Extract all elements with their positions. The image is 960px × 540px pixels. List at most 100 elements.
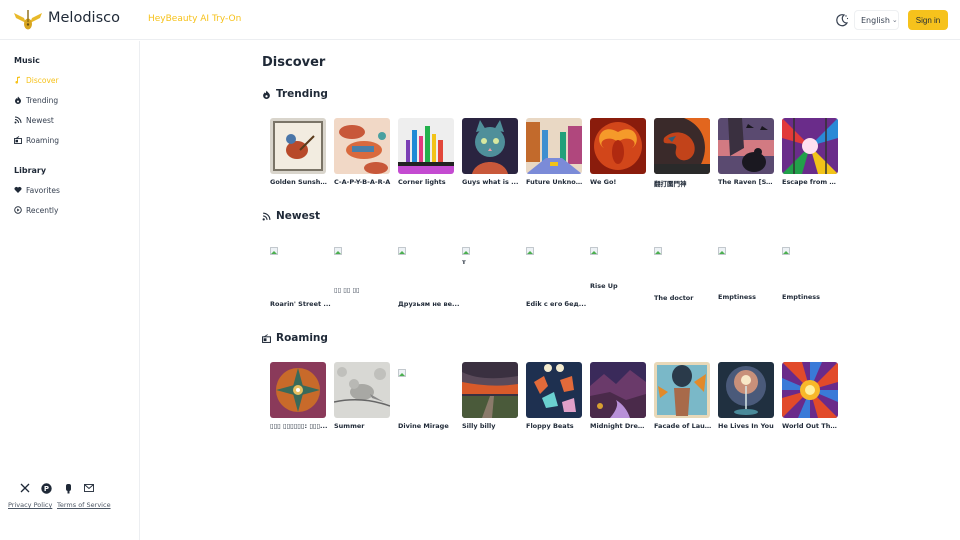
song-card[interactable]: т bbox=[462, 240, 518, 310]
song-cover[interactable] bbox=[398, 118, 454, 174]
song-cover[interactable] bbox=[654, 362, 710, 418]
song-cover[interactable] bbox=[270, 118, 326, 174]
song-title: Rise Up bbox=[590, 282, 618, 290]
song-card[interactable]: ▯▯ ▯▯ ▯▯ bbox=[334, 240, 390, 310]
rss-icon bbox=[262, 212, 271, 220]
broken-image-icon[interactable] bbox=[590, 247, 598, 255]
x-social-link[interactable] bbox=[19, 482, 31, 494]
brand-name[interactable]: Melodisco bbox=[48, 10, 120, 26]
song-card[interactable]: Future Unknown bbox=[526, 118, 584, 186]
broken-image-icon[interactable] bbox=[398, 247, 406, 255]
song-cover[interactable] bbox=[526, 118, 582, 174]
song-cover[interactable] bbox=[782, 362, 838, 418]
logo-icon[interactable] bbox=[13, 9, 43, 31]
song-card[interactable]: Golden Sunshi... bbox=[270, 118, 328, 186]
fire-icon bbox=[15, 96, 21, 104]
song-card[interactable]: Emptiness bbox=[718, 240, 774, 310]
song-cover[interactable] bbox=[270, 362, 326, 418]
section-title-roaming: Roaming bbox=[262, 332, 328, 344]
promo-link[interactable]: HeyBeauty AI Try-On bbox=[148, 14, 241, 24]
sidebar-item-label: Recently bbox=[26, 205, 59, 215]
song-title: ▯▯▯ ▯▯▯▯▯▯: ▯▯▯... bbox=[270, 422, 328, 430]
song-card[interactable]: Rise Up bbox=[590, 240, 646, 310]
sidebar-item-newest[interactable]: Newest bbox=[14, 114, 54, 126]
song-card[interactable]: Escape from 9... bbox=[782, 118, 840, 186]
song-title: Corner lights bbox=[398, 178, 446, 186]
song-cover[interactable] bbox=[590, 118, 646, 174]
section-label: Newest bbox=[276, 210, 320, 222]
song-card[interactable]: Summer bbox=[334, 362, 390, 430]
song-card[interactable]: Roarin' Street ... bbox=[270, 240, 331, 310]
song-card[interactable]: Guys what is ... bbox=[462, 118, 519, 186]
song-cover[interactable] bbox=[590, 362, 646, 418]
song-cover[interactable] bbox=[398, 362, 454, 418]
song-card[interactable]: Corner lights bbox=[398, 118, 454, 186]
sidebar-item-label: Trending bbox=[26, 95, 59, 105]
rss-icon bbox=[14, 116, 22, 124]
song-cover[interactable] bbox=[718, 362, 774, 418]
song-card[interactable]: 翻打圍門神 bbox=[654, 118, 710, 188]
song-card[interactable]: Друзьям не ве... bbox=[398, 240, 459, 310]
song-title: Escape from 9... bbox=[782, 178, 840, 186]
broken-image-icon[interactable] bbox=[526, 247, 534, 255]
section-title-trending: Trending bbox=[262, 88, 328, 100]
broken-image-icon[interactable] bbox=[270, 247, 278, 255]
song-card[interactable]: ▯▯▯ ▯▯▯▯▯▯: ▯▯▯... bbox=[270, 362, 328, 430]
song-card[interactable]: He Lives In You bbox=[718, 362, 774, 430]
broken-image-icon[interactable] bbox=[782, 247, 790, 255]
sidebar-item-roaming[interactable]: Roaming bbox=[14, 134, 59, 146]
song-title: Golden Sunshi... bbox=[270, 178, 328, 186]
song-cover[interactable] bbox=[526, 362, 582, 418]
email-link[interactable] bbox=[83, 482, 95, 494]
song-card[interactable]: Facade of Lau... bbox=[654, 362, 712, 430]
roaming-row: ▯▯▯ ▯▯▯▯▯▯: ▯▯▯... Summer Divine Mirage … bbox=[270, 362, 850, 442]
product-hunt-icon: P bbox=[40, 482, 52, 494]
song-card[interactable]: The doctor bbox=[654, 240, 710, 310]
language-select[interactable]: English ⌄ bbox=[854, 10, 899, 30]
song-title: The doctor bbox=[654, 294, 694, 302]
broken-image-icon[interactable] bbox=[462, 247, 470, 255]
song-cover[interactable] bbox=[782, 118, 838, 174]
broken-image-icon[interactable] bbox=[654, 247, 662, 255]
song-card[interactable]: Floppy Beats bbox=[526, 362, 582, 430]
song-cover[interactable] bbox=[334, 362, 390, 418]
page-title: Discover bbox=[262, 55, 326, 70]
sidebar-item-discover[interactable]: Discover bbox=[14, 74, 59, 86]
fire-icon bbox=[263, 90, 270, 99]
sidebar-item-trending[interactable]: Trending bbox=[14, 94, 58, 106]
broken-image-icon[interactable] bbox=[334, 247, 342, 255]
broken-image-icon[interactable] bbox=[718, 247, 726, 255]
song-cover[interactable] bbox=[462, 118, 518, 174]
song-card[interactable]: World Out There bbox=[782, 362, 840, 430]
song-card[interactable]: Edik с его бед... bbox=[526, 240, 586, 310]
song-card[interactable]: We Go! bbox=[590, 118, 646, 186]
sign-in-button[interactable]: Sign in bbox=[908, 10, 948, 30]
sidebar-item-favorites[interactable]: Favorites bbox=[14, 184, 60, 196]
song-card[interactable]: Emptiness bbox=[782, 240, 838, 310]
song-cover[interactable] bbox=[654, 118, 710, 174]
song-title: Summer bbox=[334, 422, 365, 430]
song-cover[interactable] bbox=[718, 118, 774, 174]
song-card[interactable]: Divine Mirage bbox=[398, 362, 454, 430]
song-title: World Out There bbox=[782, 422, 840, 430]
sidebar-item-recently[interactable]: Recently bbox=[14, 204, 58, 216]
sidebar-item-label: Roaming bbox=[26, 135, 59, 145]
song-title: He Lives In You bbox=[718, 422, 774, 430]
top-header: Melodisco HeyBeauty AI Try-On English ⌄ … bbox=[0, 0, 960, 40]
github-link[interactable] bbox=[62, 482, 74, 494]
song-card[interactable]: C-A-P-Y-B-A-R-A bbox=[334, 118, 390, 186]
song-title: Floppy Beats bbox=[526, 422, 574, 430]
theme-toggle-icon[interactable] bbox=[834, 12, 850, 28]
song-card[interactable]: The Raven [SS... bbox=[718, 118, 776, 186]
sidebar-item-label: Favorites bbox=[26, 185, 60, 195]
terms-of-service-link[interactable]: Terms of Service bbox=[57, 501, 111, 509]
song-cover[interactable] bbox=[462, 362, 518, 418]
privacy-policy-link[interactable]: Privacy Policy bbox=[8, 501, 52, 509]
song-card[interactable]: Silly billy bbox=[462, 362, 518, 430]
product-hunt-link[interactable]: P bbox=[40, 482, 52, 494]
mail-icon bbox=[84, 484, 94, 492]
trending-row: Golden Sunshi... C-A-P-Y-B-A-R-A Corner … bbox=[270, 118, 850, 198]
sidebar: Music Discover Trending Newest Roaming L… bbox=[0, 41, 140, 540]
song-card[interactable]: Midnight Drea... bbox=[590, 362, 648, 430]
song-cover[interactable] bbox=[334, 118, 390, 174]
